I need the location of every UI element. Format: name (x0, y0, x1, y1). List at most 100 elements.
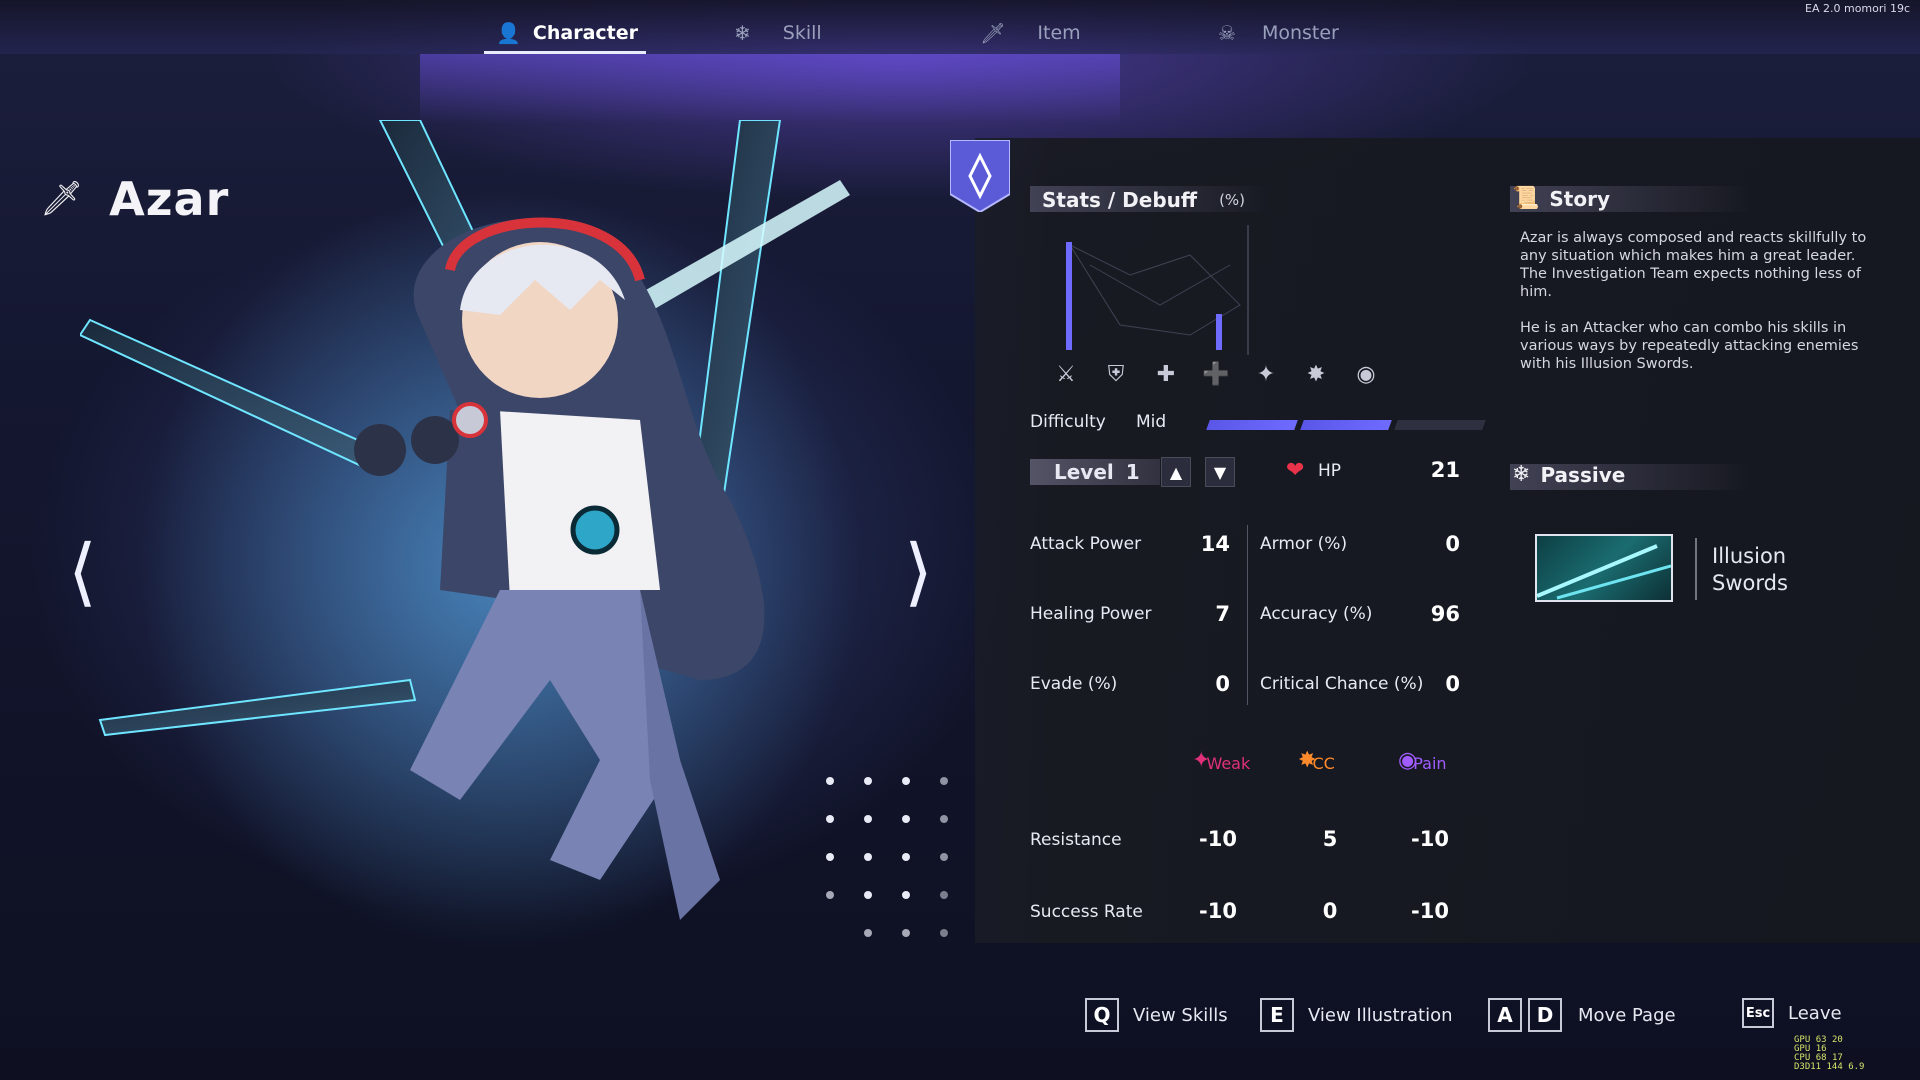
heal-plus-icon: ➕ (1202, 362, 1230, 387)
cc-label: CC (1312, 754, 1335, 773)
accuracy-label: Accuracy (%) (1260, 604, 1373, 624)
passive-name-line: Swords (1712, 571, 1788, 595)
hint-view-illustration[interactable]: E View Illustration (1260, 998, 1453, 1032)
class-badge-icon (950, 140, 1010, 212)
sword-icon: 🗡 (40, 179, 84, 219)
weak-label: Weak (1206, 754, 1251, 773)
hint-label: Leave (1788, 1002, 1842, 1024)
story-paragraph: Azar is always composed and reacts skill… (1520, 230, 1867, 300)
tab-skill[interactable]: ❄ Skill (734, 16, 822, 50)
heart-icon: ❤ (1286, 458, 1305, 483)
shield-icon: ⛨ (1107, 362, 1125, 387)
top-tab-bar (0, 0, 1920, 54)
key-a: A (1488, 998, 1522, 1032)
attack-power-label: Attack Power (1030, 534, 1142, 554)
hint-view-skills[interactable]: Q View Skills (1085, 998, 1228, 1032)
level-display: Level 1 (1030, 459, 1160, 485)
attack-sword-icon: ⚔ (1056, 362, 1076, 387)
cc-debuff-header: ✸ CC (1298, 748, 1335, 773)
healing-power-label: Healing Power (1030, 604, 1152, 624)
resistance-cc: 5 (1322, 827, 1338, 851)
success-rate-label: Success Rate (1030, 902, 1143, 922)
stat-bar (1066, 242, 1072, 350)
stat-bar (1216, 314, 1222, 350)
resistance-weak: -10 (1199, 827, 1237, 851)
key-q: Q (1085, 998, 1119, 1032)
critical-chance-value: 0 (1445, 672, 1460, 696)
healing-cross-icon: ✚ (1156, 362, 1176, 387)
passive-separator (1695, 538, 1697, 600)
weak-debuff-icon: ✦ (1256, 362, 1276, 387)
stats-divider (1247, 525, 1248, 705)
passive-skill-image[interactable] (1535, 534, 1673, 602)
hint-move-page[interactable]: A D Move Page (1488, 998, 1676, 1032)
stats-title: Stats / Debuff (1042, 188, 1198, 212)
level-up-button[interactable]: ▲ (1161, 457, 1191, 487)
difficulty-label: Difficulty (1030, 412, 1106, 432)
resistance-pain: -10 (1411, 827, 1449, 851)
resistance-label: Resistance (1030, 830, 1122, 850)
hint-label: View Skills (1133, 1004, 1228, 1026)
pain-label: Pain (1413, 754, 1447, 773)
evade-value: 0 (1215, 672, 1230, 696)
hint-label: View Illustration (1308, 1004, 1453, 1026)
story-paragraph: He is an Attacker who can combo his skil… (1520, 320, 1859, 372)
weak-debuff-header: ✦ Weak (1192, 748, 1250, 773)
level-value: 1 (1125, 460, 1140, 484)
success-rate-pain: -10 (1411, 899, 1449, 923)
success-rate-cc: 0 (1322, 899, 1338, 923)
story-text: Azar is always composed and reacts skill… (1520, 229, 1880, 391)
stat-bar-chart (1066, 225, 1249, 355)
skull-icon: ☠ (1218, 21, 1236, 45)
healing-power-value: 7 (1215, 602, 1230, 626)
stats-unit: (%) (1219, 191, 1246, 209)
story-title: Story (1549, 186, 1611, 211)
cc-debuff-icon: ✸ (1306, 362, 1326, 387)
key-esc: Esc (1742, 998, 1774, 1028)
level-down-button[interactable]: ▼ (1205, 457, 1235, 487)
story-section-title: 📜 Story (1512, 186, 1610, 211)
perf-row: D3D11 144 6.9 (1794, 1062, 1865, 1072)
stats-section-title: Stats / Debuff (%) (1042, 188, 1245, 212)
hint-leave[interactable]: Esc Leave (1742, 998, 1842, 1028)
passive-skill-name: Illusion Swords (1712, 543, 1788, 597)
prev-character-arrow[interactable]: ⟨ (68, 535, 97, 609)
tab-label: Skill (782, 22, 822, 44)
scroll-icon: 📜 (1512, 186, 1540, 211)
armor-value: 0 (1445, 532, 1460, 556)
pain-debuff-header: ◉ Pain (1398, 748, 1447, 773)
passive-title: Passive (1540, 462, 1626, 487)
evade-label: Evade (%) (1030, 674, 1118, 694)
critical-chance-label: Critical Chance (%) (1260, 674, 1424, 694)
tab-character[interactable]: 👤 Character (484, 16, 646, 54)
next-character-arrow[interactable]: ⟩ (904, 535, 933, 609)
accuracy-value: 96 (1430, 602, 1460, 626)
hp-value: 21 (1430, 458, 1460, 482)
character-name-header: 🗡 Azar (40, 172, 229, 226)
key-e: E (1260, 998, 1294, 1032)
success-rate-weak: -10 (1199, 899, 1237, 923)
tab-label: Item (1037, 22, 1081, 44)
difficulty-segment (1394, 420, 1486, 430)
level-label: Level (1054, 460, 1114, 484)
passive-swirl-icon: ❄ (1512, 462, 1531, 487)
passive-name-line: Illusion (1712, 544, 1787, 568)
key-d: D (1528, 998, 1562, 1032)
tab-item[interactable]: 🗡 Item (980, 16, 1081, 50)
hp-label: HP (1318, 461, 1342, 481)
dagger-icon: 🗡 (980, 21, 1006, 45)
person-icon: 👤 (496, 21, 521, 45)
decorative-dots (826, 777, 948, 937)
passive-section-title: ❄ Passive (1512, 462, 1625, 487)
tab-label: Character (532, 22, 638, 44)
version-label: EA 2.0 momori 19c (1805, 2, 1910, 15)
pain-debuff-icon: ◉ (1356, 362, 1376, 387)
tab-label: Monster (1261, 22, 1339, 44)
swirl-sword-icon: ❄ (734, 21, 751, 45)
performance-overlay: GPU 63 20 GPU 16 CPU 68 17 D3D11 144 6.9 (1794, 1036, 1914, 1080)
difficulty-segment (1206, 420, 1298, 430)
tab-monster[interactable]: ☠ Monster (1218, 16, 1339, 50)
character-name: Azar (109, 172, 230, 226)
armor-label: Armor (%) (1260, 534, 1348, 554)
tab-glow (420, 54, 1120, 124)
